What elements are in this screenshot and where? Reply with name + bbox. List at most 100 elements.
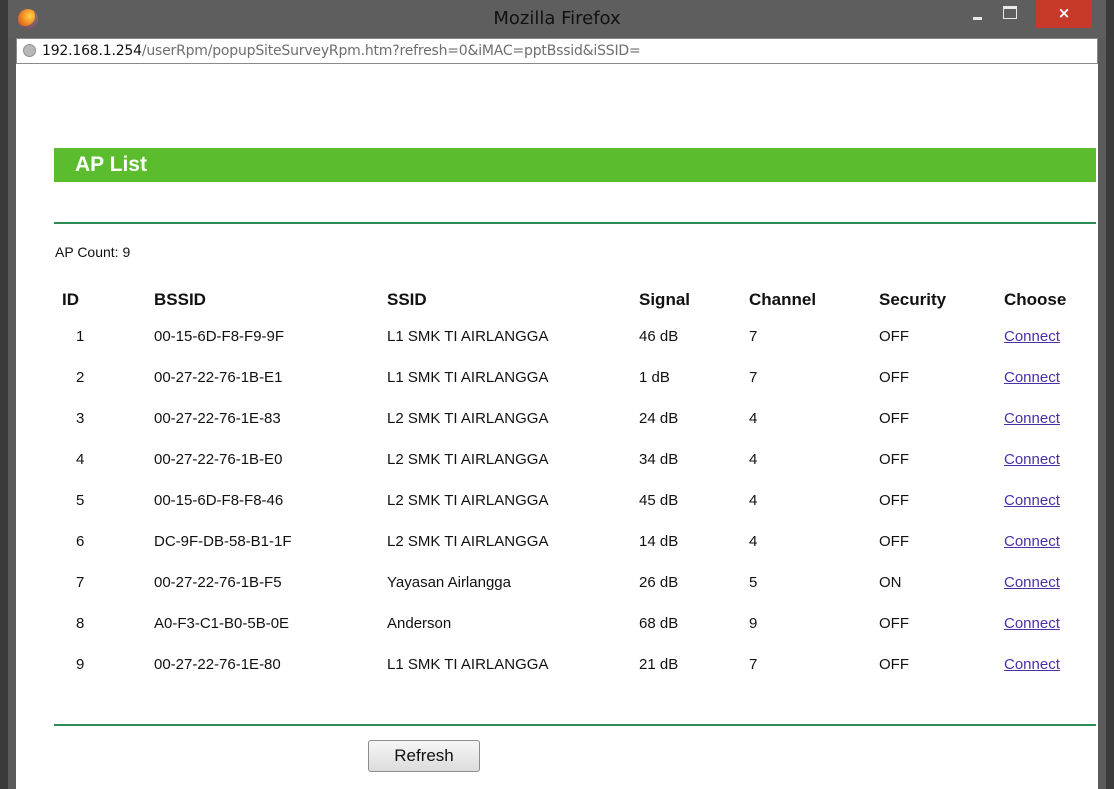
connect-link[interactable]: Connect [1004,328,1060,345]
cell-signal: 26 dB [639,574,679,591]
ap-table: ID BSSID SSID Signal Channel Security Ch… [54,284,1084,685]
connect-link[interactable]: Connect [1004,451,1060,468]
maximize-button[interactable] [996,0,1024,28]
cell-bssid: 00-15-6D-F8-F9-9F [154,328,285,345]
choose-cell: Connect [1004,398,1084,439]
choose-cell: Connect [1004,521,1084,562]
address-bar[interactable]: 192.168.1.254/userRpm/popupSiteSurveyRpm… [16,38,1098,64]
cell-security: OFF [879,492,909,509]
connect-link[interactable]: Connect [1004,410,1060,427]
cell-bssid: 00-27-22-76-1B-E0 [154,451,283,468]
cell-ssid: L1 SMK TI AIRLANGGA [387,369,549,386]
col-header-id: ID [62,290,79,309]
cell-signal: 45 dB [639,492,679,509]
cell-channel: 4 [749,451,758,468]
cell-channel: 7 [749,328,758,345]
cell-ssid: L2 SMK TI AIRLANGGA [387,410,549,427]
table-row: 3 00-27-22-76-1E-83 L2 SMK TI AIRLANGGA 24 … [54,398,1084,439]
table-row: 6 DC-9F-DB-58-B1-1F L2 SMK TI AIRLANGGA 14 … [54,521,1084,562]
cell-bssid: 00-27-22-76-1B-E1 [154,369,283,386]
table-row: 2 00-27-22-76-1B-E1 L1 SMK TI AIRLANGGA 1 d… [54,357,1084,398]
cell-ssid: Yayasan Airlangga [387,574,511,591]
cell-bssid: 00-27-22-76-1E-83 [154,410,281,427]
browser-window: Mozilla Firefox × 192.168.1.254/userRpm/… [8,0,1106,789]
cell-channel: 9 [749,615,758,632]
cell-id: 2 [76,369,85,386]
cell-security: OFF [879,410,909,427]
cell-id: 5 [76,492,85,509]
cell-signal: 34 dB [639,451,679,468]
cell-bssid: 00-15-6D-F8-F8-46 [154,492,284,509]
cell-ssid: L1 SMK TI AIRLANGGA [387,656,549,673]
table-row: 9 00-27-22-76-1E-80 L1 SMK TI AIRLANGGA 21 … [54,644,1084,685]
window-title: Mozilla Firefox [493,8,621,29]
minimize-button[interactable] [963,0,991,28]
col-header-channel: Channel [749,290,817,309]
table-row: 4 00-27-22-76-1B-E0 L2 SMK TI AIRLANGGA 34 … [54,439,1084,480]
choose-cell: Connect [1004,644,1084,685]
cell-id: 4 [76,451,85,468]
table-row: 8 A0-F3-C1-B0-5B-0E Anderson 68 dB 9 OFF Conne… [54,603,1084,644]
divider-bottom [54,724,1096,726]
col-header-choose: Choose [1004,290,1067,309]
cell-channel: 4 [749,492,758,509]
cell-channel: 7 [749,369,758,386]
col-header-bssid: BSSID [154,290,206,309]
close-button[interactable]: × [1036,0,1092,28]
cell-signal: 14 dB [639,533,679,550]
table-row: 1 00-15-6D-F8-F9-9F L1 SMK TI AIRLANGGA 46 … [54,316,1084,357]
cell-signal: 68 dB [639,615,679,632]
cell-id: 9 [76,656,85,673]
cell-ssid: L2 SMK TI AIRLANGGA [387,533,549,550]
divider-top [54,222,1096,224]
connect-link[interactable]: Connect [1004,492,1060,509]
choose-cell: Connect [1004,562,1084,603]
connect-link[interactable]: Connect [1004,656,1060,673]
cell-ssid: Anderson [387,615,452,632]
cell-signal: 21 dB [639,656,679,673]
col-header-signal: Signal [639,290,691,309]
col-header-security: Security [879,290,947,309]
cell-id: 3 [76,410,85,427]
connect-link[interactable]: Connect [1004,533,1060,550]
connect-link[interactable]: Connect [1004,574,1060,591]
cell-signal: 1 dB [639,369,670,386]
cell-security: OFF [879,615,909,632]
cell-bssid: A0-F3-C1-B0-5B-0E [154,615,290,632]
connect-link[interactable]: Connect [1004,369,1060,386]
cell-security: OFF [879,451,909,468]
ap-count: AP Count: 9 [55,244,131,260]
choose-cell: Connect [1004,357,1084,398]
cell-ssid: L1 SMK TI AIRLANGGA [387,328,549,345]
cell-bssid: 00-27-22-76-1B-F5 [154,574,282,591]
url-path: /userRpm/popupSiteSurveyRpm.htm?refresh=… [141,43,641,59]
choose-cell: Connect [1004,316,1084,357]
cell-bssid: DC-9F-DB-58-B1-1F [154,533,292,550]
url-host: 192.168.1.254 [42,43,142,59]
title-bar[interactable]: Mozilla Firefox × [8,0,1106,38]
choose-cell: Connect [1004,439,1084,480]
ap-list-header: AP List [54,148,1096,182]
cell-security: OFF [879,328,909,345]
col-header-ssid: SSID [387,290,427,309]
table-row: 5 00-15-6D-F8-F8-46 L2 SMK TI AIRLANGGA 45 … [54,480,1084,521]
cell-signal: 24 dB [639,410,679,427]
cell-ssid: L2 SMK TI AIRLANGGA [387,492,549,509]
globe-icon [23,44,36,57]
connect-link[interactable]: Connect [1004,615,1060,632]
table-row: 7 00-27-22-76-1B-F5 Yayasan Airlangga 26 dB… [54,562,1084,603]
refresh-button[interactable]: Refresh [368,740,480,772]
choose-cell: Connect [1004,480,1084,521]
cell-security: OFF [879,533,909,550]
cell-id: 1 [76,328,85,345]
cell-security: ON [879,574,902,591]
cell-security: OFF [879,656,909,673]
choose-cell: Connect [1004,603,1084,644]
cell-ssid: L2 SMK TI AIRLANGGA [387,451,549,468]
cell-id: 7 [76,574,85,591]
cell-id: 6 [76,533,85,550]
cell-channel: 7 [749,656,758,673]
page-content: AP List AP Count: 9 ID BSSID SSID Signal… [16,64,1098,789]
cell-security: OFF [879,369,909,386]
cell-id: 8 [76,615,85,632]
